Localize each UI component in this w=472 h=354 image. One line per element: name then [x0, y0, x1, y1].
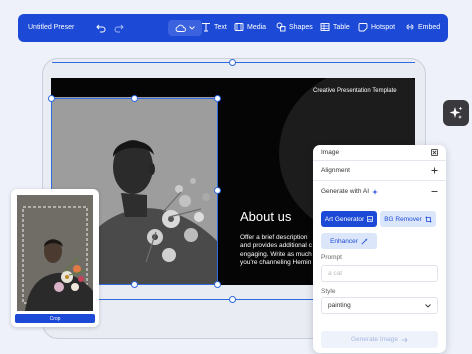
arrow-right-icon [401, 337, 408, 342]
table-icon [320, 23, 330, 31]
crop-icon [425, 216, 432, 222]
generate-ai-label: Generate with AI [321, 188, 370, 195]
toolbar-hotspot-label: Hotspot [371, 23, 396, 31]
toolbar-hotspot[interactable]: Hotspot [358, 22, 395, 32]
generate-ai-row[interactable]: Generate with AI [321, 188, 438, 195]
toolbar-media-label: Media [247, 23, 267, 31]
body-line: you're channeling Hemin [240, 258, 312, 266]
toolbar-embed[interactable]: Embed [405, 22, 440, 32]
slide-header-text[interactable]: Creative Presentation Template [313, 88, 397, 94]
panel-title: Image [321, 149, 340, 156]
art-generator-button[interactable]: Art Generator [321, 211, 377, 227]
image-handle-top[interactable] [131, 95, 138, 102]
toolbar-shapes[interactable]: Shapes [276, 22, 313, 32]
prompt-input[interactable] [328, 270, 418, 277]
prompt-label: Prompt [321, 254, 342, 261]
chevron-down-icon [189, 26, 195, 30]
bg-remover-label: BG Remover [384, 215, 422, 223]
image-properties-panel: Image Alignment Generate with AI Art Gen… [313, 145, 446, 353]
toolbar-media[interactable]: Media [234, 22, 266, 32]
close-icon[interactable] [431, 149, 438, 156]
redo-icon[interactable] [112, 21, 126, 35]
toolbar-text-label: Text [214, 23, 227, 31]
toolbar-text[interactable]: Text [201, 22, 227, 32]
embed-icon [406, 24, 414, 30]
ai-sparkle-button[interactable] [443, 100, 469, 126]
crop-preview-image[interactable] [17, 195, 93, 311]
sparkle-icon [449, 106, 463, 119]
slide-resize-handle-top[interactable] [229, 59, 236, 66]
image-handle-bottom[interactable] [131, 281, 138, 288]
image-icon [367, 216, 374, 222]
cloud-save-dropdown[interactable] [168, 20, 202, 36]
toolbar-shapes-label: Shapes [289, 23, 313, 31]
shapes-icon [276, 22, 286, 32]
style-label: Style [321, 288, 336, 295]
body-line: Offer a brief description [240, 234, 308, 241]
magic-wand-icon [361, 237, 368, 245]
presentation-title[interactable]: Untitled Preser [28, 24, 74, 31]
text-icon [202, 23, 210, 32]
image-handle-top-right[interactable] [214, 95, 221, 102]
minus-icon[interactable] [431, 188, 438, 195]
body-line: engaging. Write as much [240, 250, 312, 258]
hotspot-icon [358, 23, 368, 32]
toolbar-table-label: Table [333, 23, 350, 31]
slide-heading[interactable]: About us [240, 209, 291, 224]
undo-icon[interactable] [94, 21, 108, 35]
cloud-icon [175, 24, 186, 32]
slide-body-text[interactable]: Offer a brief description and provides a… [240, 234, 320, 267]
slide-resize-handle-bottom[interactable] [229, 296, 236, 303]
generate-image-label: Generate Image [351, 336, 398, 343]
media-icon [234, 23, 244, 31]
body-line: and provides additional c [240, 242, 312, 250]
image-handle-right[interactable] [214, 187, 221, 194]
panel-divider [313, 180, 446, 181]
enhancer-button[interactable]: Enhancer [321, 233, 377, 249]
image-handle-top-left[interactable] [48, 95, 55, 102]
toolbar-table[interactable]: Table [320, 22, 350, 32]
art-generator-label: Art Generator [324, 215, 365, 223]
generate-image-button[interactable]: Generate Image [321, 331, 438, 348]
panel-divider [313, 160, 446, 161]
style-select[interactable]: painting [321, 297, 438, 314]
enhancer-label: Enhancer [330, 237, 358, 245]
image-handle-bottom-right[interactable] [214, 281, 221, 288]
style-select-value: painting [328, 302, 351, 309]
alignment-label: Alignment [321, 167, 350, 174]
chevron-down-icon [425, 303, 431, 308]
panel-header: Image [321, 149, 438, 156]
bg-remover-button[interactable]: BG Remover [380, 211, 436, 227]
crop-button[interactable]: Crop [15, 314, 95, 323]
plus-icon[interactable] [431, 167, 438, 174]
alignment-row[interactable]: Alignment [321, 167, 438, 174]
crop-preview-card: Crop [11, 189, 99, 327]
top-toolbar: Untitled Preser Text Media Shapes Table … [18, 14, 448, 42]
crop-portrait-illustration [17, 195, 93, 311]
toolbar-embed-label: Embed [418, 23, 441, 31]
prompt-input-wrapper [321, 265, 438, 282]
ai-star-icon [372, 188, 379, 195]
